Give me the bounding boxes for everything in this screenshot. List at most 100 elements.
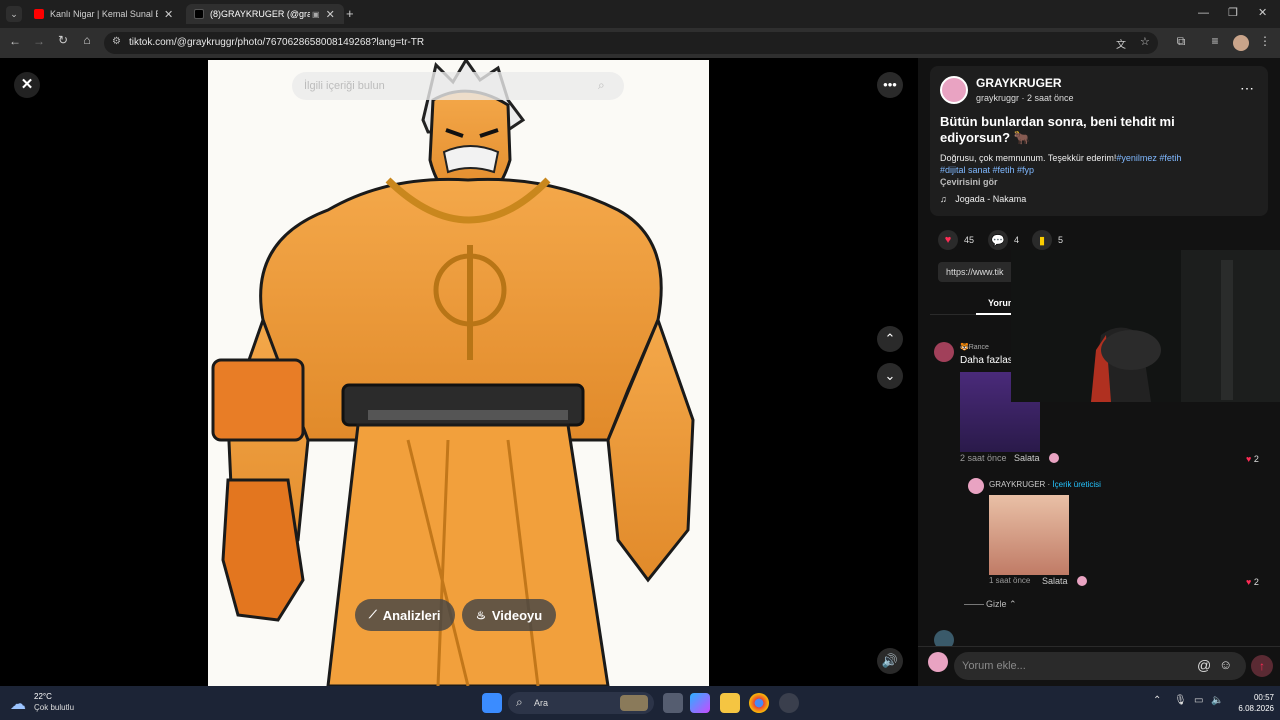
weather-icon[interactable]: ☁ — [10, 694, 26, 714]
save-action[interactable]: ▮ 5 — [1032, 230, 1063, 250]
comment-placeholder: Yorum ekle... — [962, 660, 1026, 672]
creator-liked-avatar — [1049, 453, 1059, 463]
translate-link[interactable]: Çevirisini gör — [940, 177, 998, 187]
comment-composer: Yorum ekle... @ ☺ ↑ — [918, 646, 1280, 686]
webcam-scene — [1011, 250, 1280, 402]
comment-author[interactable]: 🐯Rance — [960, 343, 989, 351]
next-post-button[interactable]: ⌄ — [877, 363, 903, 389]
chevron-up-icon: ⌃ — [1009, 599, 1017, 609]
file-explorer-icon[interactable] — [720, 693, 740, 713]
reload-icon[interactable]: ↻ — [54, 33, 72, 47]
comment-count: 4 — [1014, 235, 1020, 245]
tab-kanli-nigar[interactable]: Kanlı Nigar | Kemal Sunal Eski Türk Film… — [26, 4, 184, 24]
send-button[interactable]: ↑ — [1251, 655, 1273, 677]
author-avatar[interactable] — [940, 76, 968, 104]
hide-replies-button[interactable]: Gizle ⌃ — [986, 599, 1017, 610]
music-note-icon: ♫ — [940, 194, 947, 204]
address-bar[interactable]: ⚙ tiktok.com/@graykruggr/photo/767062865… — [104, 32, 1158, 54]
post-time: 2 saat önce — [1027, 93, 1074, 103]
post-info-card: GRAYKRUGER graykruggr · 2 saat önce ⋯ Bü… — [930, 66, 1268, 216]
reading-list-icon[interactable]: ≡ — [1206, 34, 1224, 48]
reply-image[interactable] — [989, 495, 1069, 575]
video-button[interactable]: ♨ Videoyu — [462, 599, 557, 631]
extensions-icon[interactable]: ⧉ — [1172, 34, 1190, 49]
forward-icon[interactable]: → — [30, 34, 48, 48]
close-tab-icon[interactable]: ✕ — [164, 8, 173, 21]
reply-avatar[interactable] — [968, 478, 984, 494]
close-tab-icon[interactable]: ✕ — [326, 8, 335, 21]
tab-search-button[interactable]: ⌄ — [6, 6, 22, 22]
analytics-button[interactable]: ⟋ Analizleri — [355, 599, 455, 631]
more-options-button[interactable]: ••• — [877, 72, 903, 98]
character-illustration — [211, 60, 695, 686]
commenter-avatar[interactable] — [934, 342, 954, 362]
save-count: 5 — [1058, 235, 1064, 245]
restore-button[interactable]: ❐ — [1228, 6, 1238, 19]
mention-icon[interactable]: @ — [1197, 657, 1211, 673]
url-text[interactable]: tiktok.com/@graykruggr/photo/76706286580… — [129, 37, 424, 48]
browser-toolbar: ← → ↻ ⌂ ⚙ tiktok.com/@graykruggr/photo/7… — [0, 28, 1280, 58]
creator-liked-avatar — [1077, 576, 1087, 586]
comment-action[interactable]: 💬 4 — [988, 230, 1019, 250]
heart-icon: ♥ — [938, 230, 958, 250]
music-row[interactable]: ♫ Jogada - Nakama — [940, 194, 1026, 204]
related-content-search[interactable]: İlgili içeriği bulun ⌕ — [292, 72, 624, 100]
post-photo[interactable]: İlgili içeriği bulun ⌕ ⟋ Analizleri ♨ Vi… — [208, 60, 709, 686]
task-view-icon[interactable] — [663, 693, 683, 713]
tiktok-icon — [194, 9, 204, 19]
tab-tiktok[interactable]: (8)GRAYKRUGER (@graykruggr) ▣ ✕ — [186, 4, 344, 24]
windows-taskbar: ☁ 22°C Çok bulutlu ⌕ Ara ⌃ 🎙 ▭ 🔈 00:57 6… — [0, 686, 1280, 720]
profile-avatar[interactable] — [1233, 35, 1249, 51]
search-highlight-image — [620, 695, 648, 711]
minimize-button[interactable]: — — [1198, 7, 1209, 19]
translate-icon[interactable]: 文 — [1116, 36, 1126, 51]
post-more-icon[interactable]: ⋯ — [1240, 80, 1254, 97]
reply-button[interactable]: Salata — [1014, 453, 1040, 463]
reply-like-count: 2 — [1253, 577, 1259, 587]
home-icon[interactable]: ⌂ — [78, 33, 96, 47]
clock-time[interactable]: 00:57 — [1244, 693, 1274, 702]
search-icon[interactable]: ⌕ — [598, 78, 605, 93]
hashtags[interactable]: #dijital sanat #fetih #fyp — [940, 165, 1034, 175]
close-window-button[interactable]: ✕ — [1258, 6, 1267, 19]
webcam-overlay — [1011, 250, 1280, 402]
site-info-icon[interactable]: ⚙ — [112, 36, 121, 47]
comment-like[interactable]: ♥ 2 — [1246, 454, 1259, 464]
clock-date[interactable]: 6.08.2026 — [1232, 704, 1274, 713]
new-tab-button[interactable]: + — [346, 6, 354, 21]
temperature[interactable]: 22°C — [34, 692, 52, 701]
post-description: Doğrusu, çok memnunum. Teşekkür ederim!#… — [940, 152, 1260, 188]
start-icon[interactable] — [482, 693, 502, 713]
reply-button[interactable]: Salata — [1042, 576, 1068, 586]
taskbar-search[interactable]: ⌕ Ara — [508, 692, 654, 714]
network-icon[interactable]: ▭ — [1194, 695, 1203, 706]
app-icon[interactable] — [779, 693, 799, 713]
author-name[interactable]: GRAYKRUGER — [976, 76, 1062, 90]
close-viewer-button[interactable]: ✕ — [14, 72, 40, 98]
like-action[interactable]: ♥ 45 — [938, 230, 974, 250]
comment-text: Daha fazlas — [960, 355, 1013, 366]
my-avatar — [928, 652, 948, 672]
volume-button[interactable]: 🔊 — [877, 648, 903, 674]
flame-icon: ♨ — [476, 609, 486, 622]
bookmark-star-icon[interactable]: ☆ — [1140, 35, 1150, 48]
back-icon[interactable]: ← — [6, 34, 24, 48]
hashtags[interactable]: #yenilmez #fetih — [1116, 153, 1181, 163]
heart-icon: ♥ — [1246, 577, 1252, 587]
tray-chevron-icon[interactable]: ⌃ — [1153, 695, 1161, 706]
comment-input[interactable]: Yorum ekle... @ ☺ — [954, 652, 1246, 680]
weather-text[interactable]: Çok bulutlu — [34, 703, 74, 712]
author-handle[interactable]: graykruggr — [976, 93, 1019, 103]
youtube-icon — [34, 9, 44, 19]
photo-viewer: ✕ İlgili içeriği bulun ⌕ ⟋ Analizleri ♨ … — [0, 58, 918, 686]
microphone-icon[interactable]: 🎙 — [1174, 695, 1187, 706]
previous-post-button[interactable]: ⌃ — [877, 326, 903, 352]
emoji-icon[interactable]: ☺ — [1219, 657, 1232, 672]
tab-media-icon: ▣ — [312, 9, 320, 19]
copilot-icon[interactable] — [690, 693, 710, 713]
reply-author[interactable]: GRAYKRUGER — [989, 480, 1045, 489]
menu-icon[interactable]: ⋮ — [1256, 34, 1274, 48]
volume-icon[interactable]: 🔈 — [1211, 695, 1223, 706]
chrome-icon[interactable] — [749, 693, 769, 713]
reply-like[interactable]: ♥ 2 — [1246, 577, 1259, 587]
